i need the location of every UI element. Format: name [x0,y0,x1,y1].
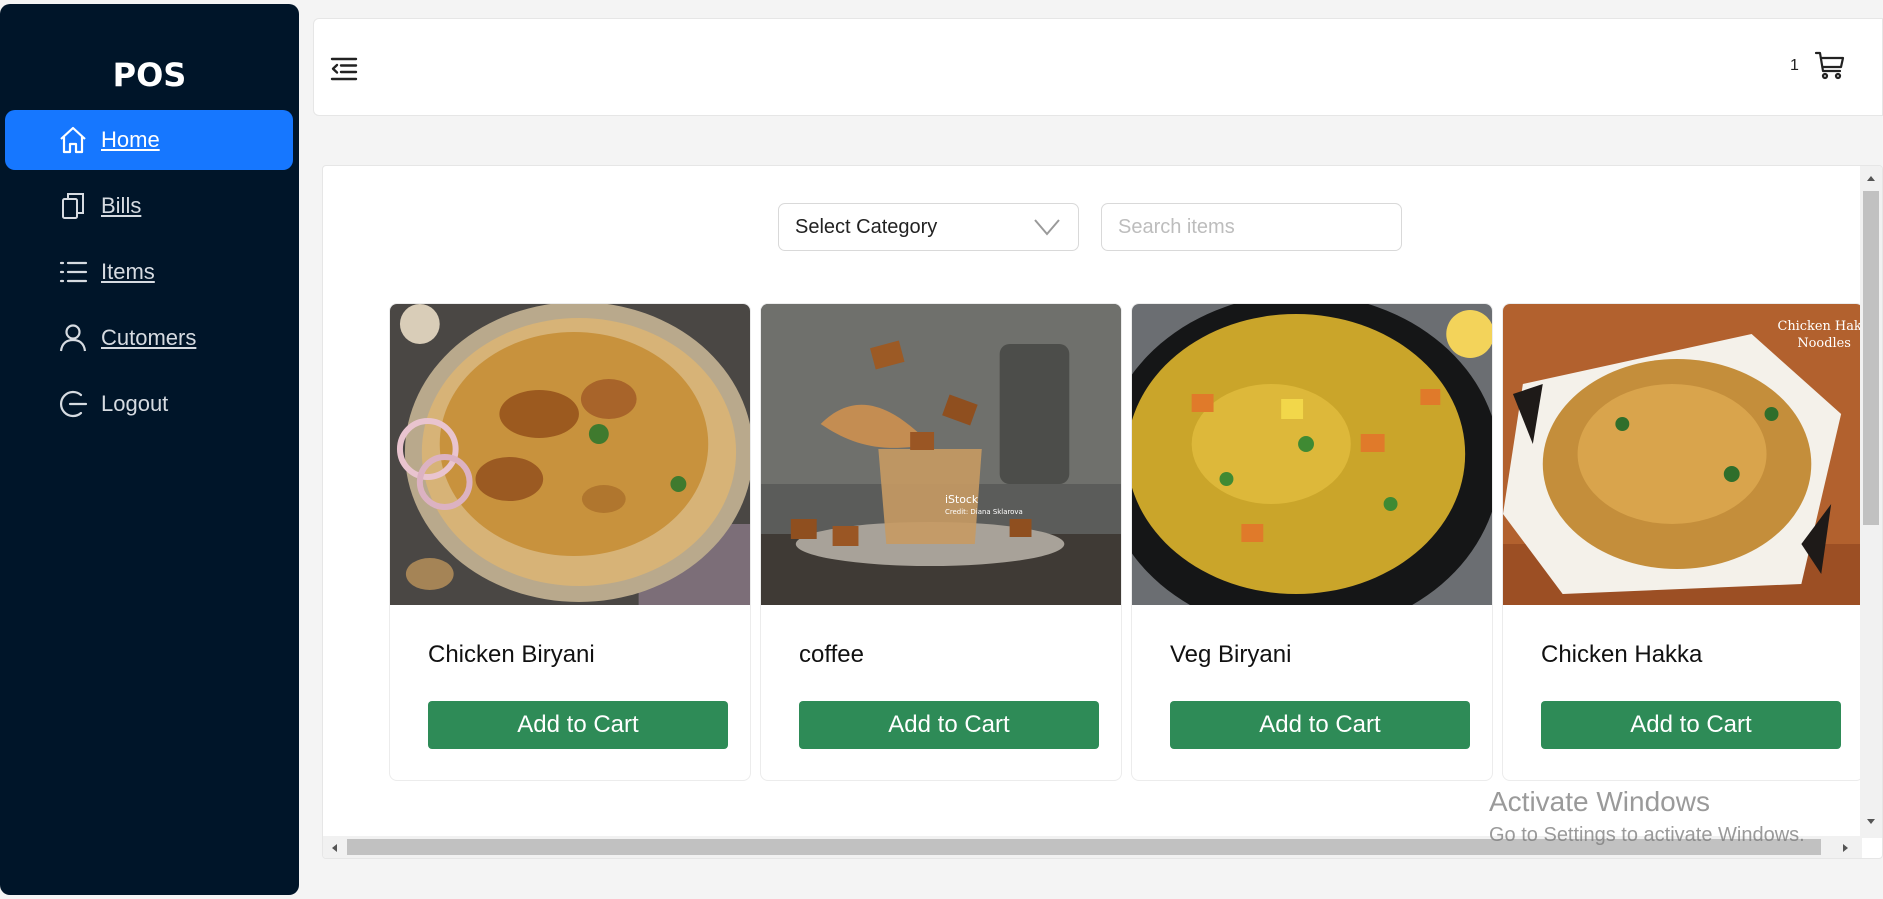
menu-fold-icon[interactable] [328,53,360,85]
sidebar-item-label: Items [101,259,155,284]
watermark-title: Activate Windows [1489,786,1710,817]
sidebar-item-logout[interactable]: Logout [5,374,293,434]
shopping-cart-icon[interactable] [1814,49,1850,85]
add-to-cart-button[interactable]: Add to Cart [1170,701,1470,749]
sidebar-item-customers[interactable]: Cutomers [5,308,293,368]
sidebar-item-items[interactable]: Items [5,242,293,302]
product-name: Veg Biryani [1170,641,1292,668]
product-name: Chicken Hakka [1541,641,1703,668]
search-input[interactable] [1101,203,1402,251]
add-to-cart-button[interactable]: Add to Cart [428,701,728,749]
sidebar-item-home[interactable]: Home [5,110,293,170]
svg-text:Chicken Hakka: Chicken Hakka [1777,319,1863,334]
scroll-left-arrow-icon[interactable] [329,841,341,853]
home-icon [55,122,91,158]
product-card: iStock Credit: Diana Sklarova coffee Add… [760,303,1122,781]
scroll-up-arrow-icon[interactable] [1865,172,1877,184]
sidebar-item-label: Cutomers [101,325,197,350]
activate-windows-watermark: Activate Windows Go to Settings to activ… [1489,786,1805,847]
category-select[interactable]: Select Category [778,203,1079,251]
cart-count-badge: 1 [1790,57,1799,74]
content-panel: Select Category Search items Chicken Bir… [322,165,1883,859]
sidebar-item-label: Home [101,127,160,152]
vertical-scroll-thumb[interactable] [1863,191,1879,525]
scroll-down-arrow-icon[interactable] [1865,814,1877,826]
product-image [390,304,750,605]
watermark-subtitle: Go to Settings to activate Windows. [1489,824,1805,846]
user-icon [55,320,91,356]
product-image: iStock Credit: Diana Sklarova [761,304,1121,605]
product-image: Chicken Hakka Noodles [1503,304,1863,605]
svg-text:Noodles: Noodles [1797,336,1851,351]
product-card: Chicken Biryani Add to Cart [389,303,751,781]
vertical-scrollbar[interactable] [1860,166,1882,838]
product-image [1132,304,1492,605]
svg-text:iStock: iStock [945,493,979,506]
svg-text:Credit: Diana Sklarova: Credit: Diana Sklarova [945,508,1023,516]
chevron-down-icon [1034,216,1060,238]
product-name: coffee [799,641,864,668]
add-to-cart-button[interactable]: Add to Cart [1541,701,1841,749]
copy-icon [55,188,91,224]
logout-icon [55,386,91,422]
product-card: Chicken Hakka Noodles Chicken Hakka Add … [1502,303,1864,781]
list-icon [55,254,91,290]
sidebar-item-bills[interactable]: Bills [5,176,293,236]
sidebar: POS Home Bills Items Cutomers Logout [0,4,299,895]
category-select-value: Select Category [795,215,938,238]
product-name: Chicken Biryani [428,641,595,668]
sidebar-item-label: Logout [101,391,169,416]
product-card: Veg Biryani Add to Cart [1131,303,1493,781]
sidebar-item-label: Bills [101,193,142,218]
scroll-right-arrow-icon[interactable] [1839,841,1851,853]
brand-logo: POS [112,56,187,94]
add-to-cart-button[interactable]: Add to Cart [799,701,1099,749]
top-header: 1 [313,18,1883,116]
